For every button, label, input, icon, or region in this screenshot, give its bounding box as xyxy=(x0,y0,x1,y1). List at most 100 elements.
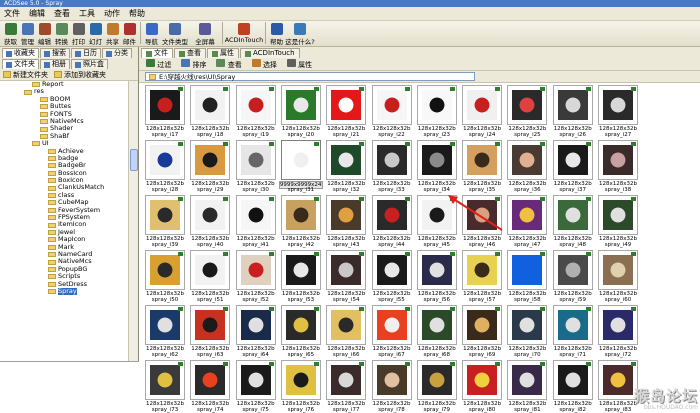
menu-item-2[interactable]: 查看 xyxy=(54,8,70,19)
thumbnail-item[interactable]: 128x128x32b spray_i53 xyxy=(279,248,323,303)
tree-scrollbar-thumb[interactable] xyxy=(130,149,138,171)
thumbnail-item[interactable]: 128x128x32b spray_i26 xyxy=(551,83,595,138)
tab-rtabs-0[interactable]: 文件 xyxy=(141,48,173,58)
toolbar-button-8[interactable]: 导航 xyxy=(143,21,160,46)
thumbnail-item[interactable]: 128x128x32b spray_i77 xyxy=(324,358,368,413)
thumbnail-item[interactable]: 128x128x32b spray_i79 xyxy=(415,358,459,413)
thumbnail-item[interactable]: 128x128x32b spray_i19 xyxy=(234,83,278,138)
thumbnail-item[interactable]: 128x128x32b spray_i59 xyxy=(551,248,595,303)
thumbnail-item[interactable]: 128x128x32b spray_i45 xyxy=(415,193,459,248)
toolbar-button-5[interactable]: 幻灯 xyxy=(87,21,104,46)
thumbnail-item[interactable]: 128x128x32b spray_i41 xyxy=(234,193,278,248)
thumbnail-item[interactable]: 128x128x32b spray_i64 xyxy=(234,303,278,358)
menu-item-4[interactable]: 动作 xyxy=(104,8,120,19)
thumbnail-item[interactable]: 128x128x32b spray_i44 xyxy=(370,193,414,248)
tab-ltabs2-0[interactable]: 文件夹 xyxy=(2,59,39,69)
toolbar-button-12[interactable]: 帮助 xyxy=(268,21,285,46)
thumbnail-item[interactable]: 128x128x32b spray_i67 xyxy=(370,303,414,358)
thumbnail-item[interactable]: 128x128x32b spray_i28 xyxy=(143,138,187,193)
tree-scrollbar[interactable] xyxy=(128,81,138,361)
thumbnail-item[interactable]: 128x128x32b spray_i35 xyxy=(460,138,504,193)
tree-item[interactable]: ShaBf xyxy=(0,132,128,140)
thumbnail-item[interactable]: 128x128x32b spray_i55 xyxy=(370,248,414,303)
tab-rtabs-3[interactable]: ACDInTouch xyxy=(240,48,300,58)
thumbnail-item[interactable]: 128x128x32b spray_i72 xyxy=(596,303,640,358)
toolbar-button-13[interactable]: 这是什么? xyxy=(285,21,315,46)
toolbar-button-11[interactable]: ACDInTouch xyxy=(225,21,263,46)
thumbnail-item[interactable]: 128x128x32b spray_i21 xyxy=(324,83,368,138)
menu-item-5[interactable]: 帮助 xyxy=(129,8,145,19)
thumbnail-item[interactable]: 128x128x32b spray_i56 xyxy=(415,248,459,303)
thumbnail-item[interactable]: 128x128x32b spray_i24 xyxy=(460,83,504,138)
thumbnail-item[interactable]: 128x128x32b spray_i46 xyxy=(460,193,504,248)
thumbnail-item[interactable]: 128x128x32b spray_i65 xyxy=(279,303,323,358)
thumbnail-item[interactable]: 128x128x32b spray_i37 xyxy=(551,138,595,193)
toolbar-button-3[interactable]: 转换 xyxy=(53,21,70,46)
thumbnail-item[interactable]: 128x128x32b spray_i51 xyxy=(188,248,232,303)
thumbnail-item[interactable]: 128x128x32b spray_i42 xyxy=(279,193,323,248)
thumbnail-item[interactable]: 128x128x32b spray_i54 xyxy=(324,248,368,303)
thumbnail-item[interactable]: 128x128x32b spray_i25 xyxy=(505,83,549,138)
thumbnail-item[interactable]: 128x128x32b spray_i38 xyxy=(596,138,640,193)
menu-item-1[interactable]: 编辑 xyxy=(29,8,45,19)
toolbar-button-0[interactable]: 获取 xyxy=(2,21,19,46)
thumbnail-item[interactable]: 128x128x32b spray_i33 xyxy=(370,138,414,193)
thumbnail-item[interactable]: 128x128x32b spray_i40 xyxy=(188,193,232,248)
thumbnail-item[interactable]: 128x128x32b spray_i57 xyxy=(460,248,504,303)
thumbnail-item[interactable]: 128x128x32b spray_i36 xyxy=(505,138,549,193)
thumbnail-item[interactable]: 128x128x32b spray_i75 xyxy=(234,358,278,413)
tab-ltabs2-1[interactable]: 相册 xyxy=(40,59,70,69)
thumbnail-item[interactable]: 128x128x32b spray_i81 xyxy=(505,358,549,413)
thumbnail-item[interactable]: 128x128x32b spray_i82 xyxy=(551,358,595,413)
thumbnail-item[interactable]: 128x128x32b spray_i63 xyxy=(188,303,232,358)
toolbar-button-6[interactable]: 共享 xyxy=(104,21,121,46)
tab-rtabs-1[interactable]: 查看 xyxy=(174,48,206,58)
thumbnail-item[interactable]: 128x128x32b spray_i47 xyxy=(505,193,549,248)
thumbnail-item[interactable]: 128x128x32b spray_i27 xyxy=(596,83,640,138)
thumbnail-item[interactable]: 128x128x32b spray_i74 xyxy=(188,358,232,413)
browser-tool-2[interactable]: 查看 xyxy=(213,58,244,70)
browser-tool-3[interactable]: 选择 xyxy=(249,58,280,70)
browser-tool-0[interactable]: 过滤 xyxy=(143,58,174,70)
thumbnail-item[interactable]: 128x128x32b spray_i17 xyxy=(143,83,187,138)
tab-ltabs1-3[interactable]: 分类 xyxy=(102,48,132,58)
toolbar-button-7[interactable]: 邮件 xyxy=(121,21,138,46)
tab-ltabs1-0[interactable]: 收藏夹 xyxy=(2,48,39,58)
thumbnail-item[interactable]: 128x128x32b spray_i20 xyxy=(279,83,323,138)
tree-item[interactable]: Report xyxy=(0,81,128,88)
thumbnail-item[interactable]: 128x128x32b spray_i39 xyxy=(143,193,187,248)
thumbnail-item[interactable]: 128x128x32b spray_i34 xyxy=(415,138,459,193)
thumbnail-item[interactable]: 128x128x32b spray_i30 xyxy=(234,138,278,193)
thumbnail-item[interactable]: 128x128x32b spray_i49 xyxy=(596,193,640,248)
browser-tool-1[interactable]: 排序 xyxy=(178,58,209,70)
thumbnail-item[interactable]: 128x128x32b spray_i66 xyxy=(324,303,368,358)
thumbnail-item[interactable]: 128x128x32b spray_i58 xyxy=(505,248,549,303)
thumbnail-item[interactable]: 128x128x32b spray_i52 xyxy=(234,248,278,303)
toolbar-button-9[interactable]: 文件类型 xyxy=(160,21,190,46)
menu-item-0[interactable]: 文件 xyxy=(4,8,20,19)
thumbnail-item[interactable]: 128x128x32b spray_i62 xyxy=(143,303,187,358)
menu-item-3[interactable]: 工具 xyxy=(79,8,95,19)
thumbnail-item[interactable]: 128x128x32b spray_i68 xyxy=(415,303,459,358)
thumbnail-item[interactable]: 128x128x32b spray_i70 xyxy=(505,303,549,358)
thumbnail-item[interactable]: 128x128x32b spray_i50 xyxy=(143,248,187,303)
toolbar-button-4[interactable]: 打印 xyxy=(70,21,87,46)
new-folder-button[interactable]: 新建文件夹 xyxy=(3,70,48,80)
tab-rtabs-2[interactable]: 属性 xyxy=(207,48,239,58)
add-to-favorites-button[interactable]: 添加到收藏夹 xyxy=(54,70,106,80)
thumbnail-item[interactable]: 128x128x32b spray_i60 xyxy=(596,248,640,303)
thumbnail-item[interactable]: 128x128x32b spray_i73 xyxy=(143,358,187,413)
thumbnail-item[interactable]: 128x128x32b spray_i48 xyxy=(551,193,595,248)
thumbnail-item[interactable]: 9999x9999x24b spray_i31 xyxy=(278,138,323,193)
thumbnail-item[interactable]: 128x128x32b spray_i71 xyxy=(551,303,595,358)
tab-ltabs2-2[interactable]: 照片盒 xyxy=(71,59,108,69)
thumbnail-item[interactable]: 128x128x32b spray_i29 xyxy=(188,138,232,193)
thumbnail-item[interactable]: 128x128x32b spray_i76 xyxy=(279,358,323,413)
toolbar-button-10[interactable]: 全屏幕 xyxy=(190,21,220,46)
path-input[interactable]: E:\穿越火线\res\UI\Spray xyxy=(145,72,475,81)
tab-ltabs1-1[interactable]: 搜索 xyxy=(40,48,70,58)
thumbnail-item[interactable]: 128x128x32b spray_i69 xyxy=(460,303,504,358)
thumbnail-item[interactable]: 128x128x32b spray_i23 xyxy=(415,83,459,138)
toolbar-button-2[interactable]: 编辑 xyxy=(36,21,53,46)
tab-ltabs1-2[interactable]: 日历 xyxy=(71,48,101,58)
